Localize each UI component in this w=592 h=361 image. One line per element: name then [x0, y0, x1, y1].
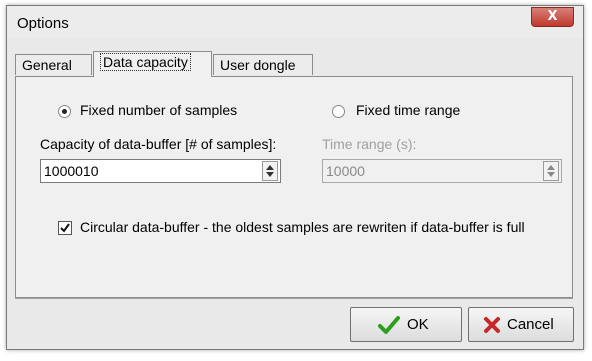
cancel-label: Cancel — [507, 316, 554, 333]
close-icon[interactable]: X — [547, 9, 557, 24]
tab-data-capacity-label: Data capacity — [100, 53, 191, 71]
footer-separator — [15, 298, 573, 299]
time-range-value[interactable]: 10000 — [326, 163, 365, 179]
circular-buffer-label[interactable]: Circular data-buffer - the oldest sample… — [80, 219, 525, 235]
fixed-time-radio[interactable] — [332, 105, 345, 118]
checkmark-icon — [60, 223, 70, 233]
ok-button[interactable]: OK — [350, 307, 462, 342]
spin-down-icon[interactable] — [266, 172, 274, 177]
time-range-spinner[interactable] — [543, 161, 559, 181]
tab-user-dongle[interactable]: User dongle — [213, 54, 313, 75]
close-button[interactable]: X — [531, 7, 574, 27]
spin-up-icon[interactable] — [547, 165, 555, 170]
capacity-spinner[interactable] — [262, 161, 278, 181]
fixed-samples-radio[interactable] — [58, 105, 71, 118]
capacity-value[interactable]: 1000010 — [44, 163, 99, 179]
capacity-label: Capacity of data-buffer [# of samples]: — [40, 136, 277, 152]
cancel-button[interactable]: Cancel — [468, 307, 574, 342]
title-bar: Options X — [7, 6, 583, 38]
fixed-samples-label[interactable]: Fixed number of samples — [80, 102, 237, 118]
spin-down-icon[interactable] — [547, 172, 555, 177]
time-range-label: Time range (s): — [322, 136, 417, 152]
radio-selected-dot — [62, 109, 67, 114]
data-capacity-panel: Fixed number of samples Fixed time range… — [15, 76, 573, 298]
window-title: Options — [17, 15, 69, 32]
tab-data-capacity[interactable]: Data capacity — [93, 51, 212, 77]
tab-user-dongle-label: User dongle — [220, 57, 296, 73]
tab-general-label: General — [22, 57, 72, 73]
ok-label: OK — [407, 316, 429, 333]
options-dialog: Options X General Data capacity User don… — [6, 5, 584, 350]
tab-general[interactable]: General — [15, 54, 92, 75]
spin-up-icon[interactable] — [266, 165, 274, 170]
fixed-time-label[interactable]: Fixed time range — [356, 102, 460, 118]
time-range-input[interactable]: 10000 — [322, 159, 562, 183]
capacity-input[interactable]: 1000010 — [40, 159, 281, 183]
x-icon — [484, 317, 500, 333]
checkmark-icon — [378, 316, 400, 334]
circular-buffer-checkbox[interactable] — [58, 221, 72, 235]
